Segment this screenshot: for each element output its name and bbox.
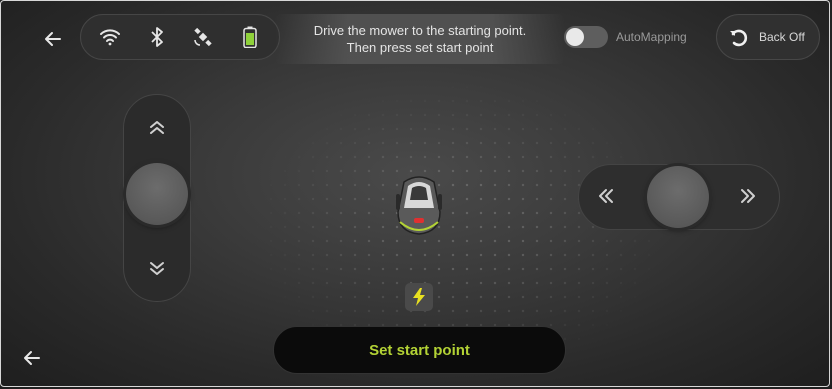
instruction-line-1: Drive the mower to the starting point. — [313, 23, 527, 38]
lightning-icon — [413, 288, 425, 306]
toggle-switch[interactable] — [564, 26, 608, 48]
status-bar — [80, 14, 280, 60]
instruction-line-2: Then press set start point — [346, 40, 494, 55]
double-chevron-left-icon — [599, 189, 613, 203]
automapping-toggle[interactable]: AutoMapping — [560, 14, 710, 60]
charging-station — [405, 283, 433, 311]
satellite-icon — [190, 24, 216, 50]
horizontal-joystick[interactable] — [578, 164, 780, 230]
set-start-point-label: Set start point — [369, 341, 470, 359]
bluetooth-icon — [144, 24, 170, 50]
back-button-top[interactable] — [40, 26, 66, 52]
horizontal-joystick-knob[interactable] — [647, 166, 709, 228]
automapping-label: AutoMapping — [616, 30, 687, 44]
set-start-point-button[interactable]: Set start point — [273, 326, 566, 374]
instruction-banner: Drive the mower to the starting point. T… — [275, 14, 565, 64]
arrow-left-icon — [24, 351, 40, 365]
back-off-button[interactable]: Back Off — [716, 14, 820, 60]
vertical-joystick[interactable] — [123, 94, 191, 302]
back-off-label: Back Off — [759, 30, 805, 44]
double-chevron-right-icon — [741, 189, 755, 203]
arrow-left-icon — [45, 32, 61, 46]
mower-icon — [396, 176, 442, 235]
undo-icon — [730, 29, 748, 47]
wifi-icon — [97, 24, 123, 50]
back-button-bottom[interactable] — [19, 345, 45, 371]
double-chevron-up-icon — [150, 121, 164, 134]
vertical-joystick-knob[interactable] — [126, 163, 188, 225]
double-chevron-down-icon — [150, 262, 164, 275]
battery-icon — [237, 24, 263, 50]
toggle-knob — [566, 28, 584, 46]
